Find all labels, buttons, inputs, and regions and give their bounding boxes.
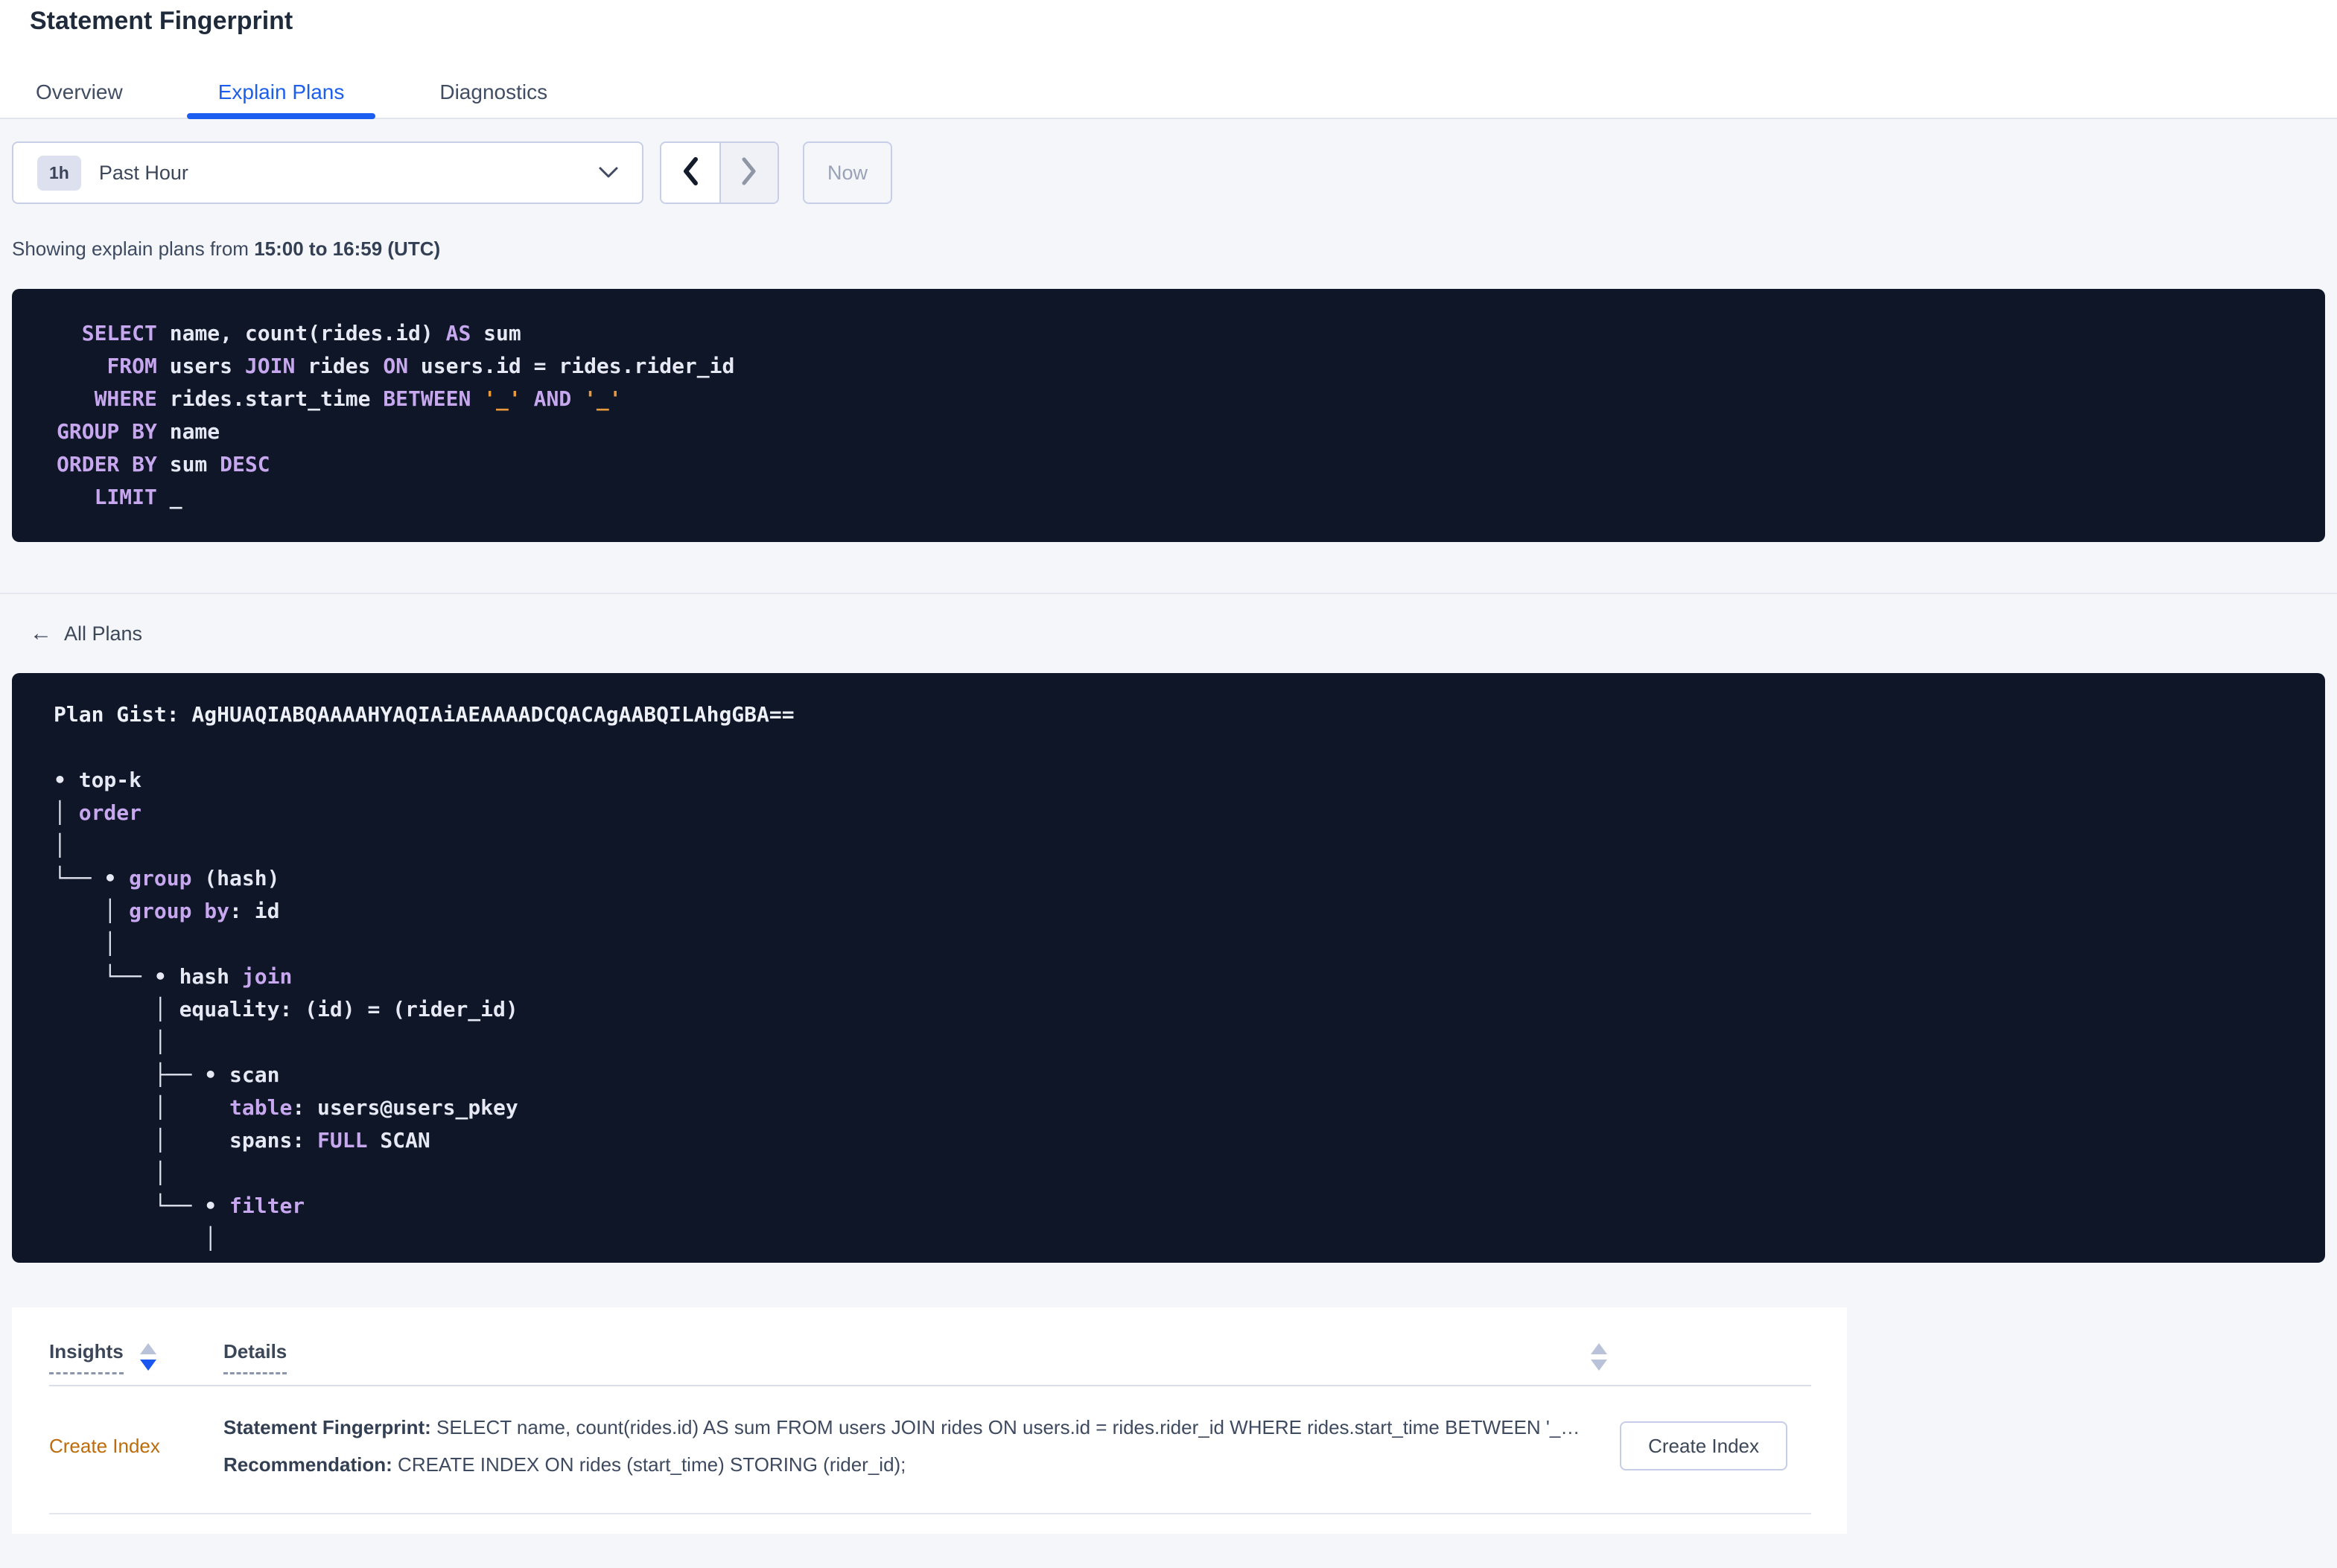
time-range-badge: 1h: [37, 155, 81, 191]
plan-gist-block: Plan Gist: AgHUAQIABQAAAAHYAQIAiAEAAAADC…: [12, 673, 2325, 1263]
table-row: Create Index Statement Fingerprint: SELE…: [49, 1386, 1811, 1514]
time-window-stepper: [660, 141, 779, 204]
sort-icon-insights[interactable]: [139, 1343, 156, 1374]
chevron-right-icon: [739, 155, 760, 191]
tab-bar: Overview Explain Plans Diagnostics: [4, 66, 579, 119]
page-title: Statement Fingerprint: [30, 7, 293, 35]
time-range-picker[interactable]: 1h Past Hour: [12, 141, 643, 204]
tab-overview[interactable]: Overview: [4, 66, 154, 119]
next-time-button[interactable]: [719, 143, 778, 203]
showing-plans-status: Showing explain plans from 15:00 to 16:5…: [12, 235, 2325, 262]
time-toolbar: 1h Past Hour Now: [12, 141, 2325, 204]
plan-tree-code: Plan Gist: AgHUAQIABQAAAAHYAQIAiAEAAAADC…: [54, 702, 795, 1251]
tab-diagnostics[interactable]: Diagnostics: [408, 66, 579, 119]
column-header-details[interactable]: Details: [223, 1340, 287, 1374]
sort-icon-details[interactable]: [1591, 1343, 1607, 1374]
all-plans-label: All Plans: [64, 622, 143, 645]
sql-statement-block: SELECT name, count(rides.id) AS sum FROM…: [12, 289, 2325, 542]
arrow-left-icon: ←: [30, 621, 52, 646]
insight-type-link[interactable]: Create Index: [49, 1435, 160, 1458]
chevron-down-icon: [597, 166, 620, 179]
sql-statement-code: SELECT name, count(rides.id) AS sum FROM…: [57, 321, 735, 509]
recommendation-line: Recommendation: CREATE INDEX ON rides (s…: [223, 1453, 906, 1476]
statement-fingerprint-line: Statement Fingerprint: SELECT name, coun…: [223, 1416, 1580, 1438]
insight-details-cell: Statement Fingerprint: SELECT name, coun…: [223, 1409, 1607, 1483]
tab-explain-plans[interactable]: Explain Plans: [186, 66, 376, 119]
all-plans-link[interactable]: ← All Plans: [30, 621, 142, 646]
status-prefix: Showing explain plans from: [12, 238, 255, 260]
now-button[interactable]: Now: [803, 141, 892, 204]
insights-card: Insights Details Create Index Statement …: [12, 1307, 1847, 1534]
create-index-button[interactable]: Create Index: [1620, 1421, 1787, 1470]
status-time-range: 15:00 to 16:59 (UTC): [254, 238, 441, 260]
insights-table-header: Insights Details: [49, 1340, 1811, 1386]
page-header: Statement Fingerprint Overview Explain P…: [0, 0, 2337, 119]
column-header-insights[interactable]: Insights: [49, 1340, 124, 1374]
chevron-left-icon: [680, 155, 701, 191]
previous-time-button[interactable]: [661, 143, 719, 203]
time-range-label: Past Hour: [98, 161, 188, 184]
